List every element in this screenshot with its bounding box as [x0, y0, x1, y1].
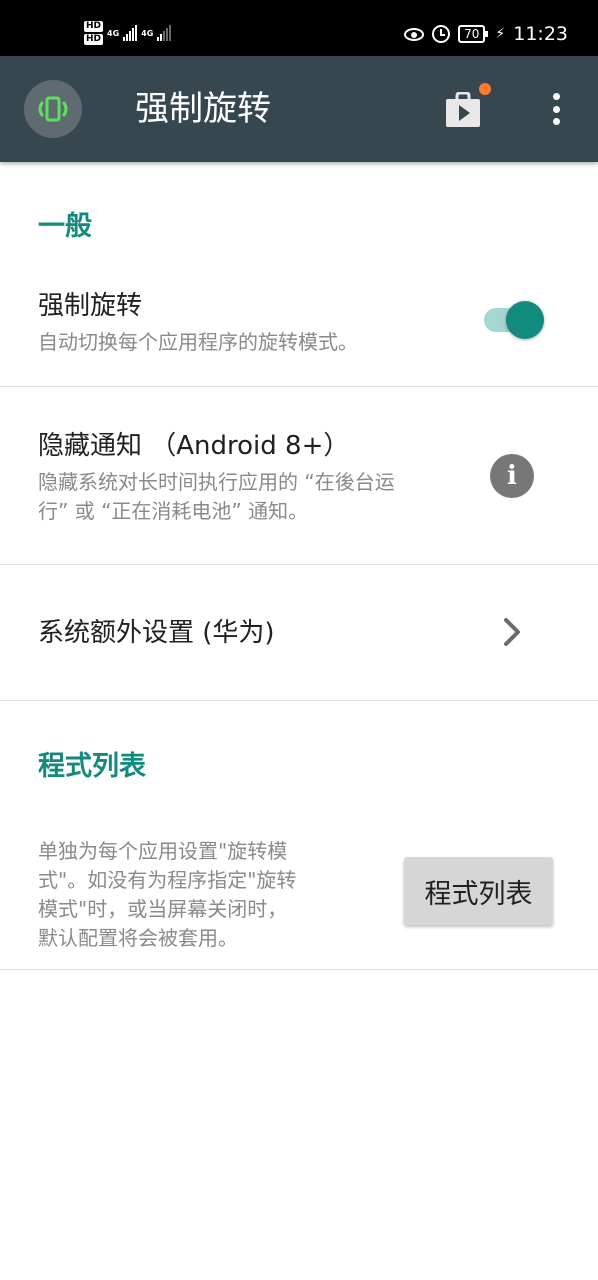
network-type-2: 4G: [141, 28, 154, 38]
section-header-general: 一般: [38, 211, 92, 242]
extra-settings-title[interactable]: 系统额外设置 (华为): [38, 615, 275, 651]
info-icon[interactable]: i: [490, 454, 534, 498]
app-list-desc-line3: 模式"时，或当屏幕关闭时，: [38, 897, 288, 921]
chevron-right-icon[interactable]: [495, 614, 529, 650]
divider: [0, 386, 598, 387]
hd-badge-2: HD: [84, 34, 104, 45]
app-toolbar: 强制旋转: [0, 56, 598, 162]
battery-icon: 70: [458, 25, 489, 43]
status-icons: 70 ⚡ 11:23: [404, 20, 568, 48]
divider: [0, 564, 598, 565]
notification-badge: [479, 83, 491, 95]
app-list-desc-line2: 式"。如没有为程序指定"旋转: [38, 868, 297, 892]
hide-notification-subtitle-line2: 行” 或 “正在消耗电池” 通知。: [38, 499, 309, 523]
hd-badge-1: HD: [84, 21, 104, 32]
charging-icon: ⚡: [495, 26, 506, 42]
signal-strength-2-icon: [157, 25, 172, 41]
hide-notification-title: 隐藏通知 （Android 8+）: [38, 431, 350, 461]
app-list-desc-line1: 单独为每个应用设置"旋转模: [38, 839, 288, 863]
divider: [0, 700, 598, 701]
network-type-1: 4G: [107, 28, 120, 38]
force-rotation-title: 强制旋转: [38, 291, 143, 321]
force-rotation-subtitle: 自动切换每个应用程序的旋转模式。: [38, 330, 358, 354]
hd-badges: HD HD: [84, 21, 104, 45]
rotation-icon[interactable]: [24, 80, 82, 138]
signal-indicators: HD HD 4G 4G: [84, 16, 172, 50]
play-store-icon[interactable]: [444, 91, 482, 128]
toggle-thumb: [506, 301, 544, 339]
app-list-desc-line4: 默认配置将会被套用。: [38, 926, 238, 950]
play-store-glyph-icon: [446, 91, 480, 127]
alarm-icon: [432, 25, 451, 43]
rotation-glyph-icon: [38, 96, 68, 122]
force-rotation-toggle[interactable]: [484, 301, 546, 339]
section-header-app-list: 程式列表: [38, 751, 146, 782]
status-bar: HD HD 4G 4G 70 ⚡ 11:23: [0, 0, 598, 56]
hide-notification-subtitle-line1: 隐藏系统对长时间执行应用的 “在後台运: [38, 470, 395, 494]
app-list-button[interactable]: 程式列表: [404, 857, 553, 925]
status-time: 11:23: [513, 23, 568, 45]
chevron-glyph-icon: [504, 618, 520, 646]
page-title: 强制旋转: [135, 89, 271, 129]
eye-comfort-icon: [404, 27, 425, 41]
signal-strength-1-icon: [123, 25, 138, 41]
divider: [0, 969, 598, 970]
more-vert-icon[interactable]: [545, 89, 567, 129]
